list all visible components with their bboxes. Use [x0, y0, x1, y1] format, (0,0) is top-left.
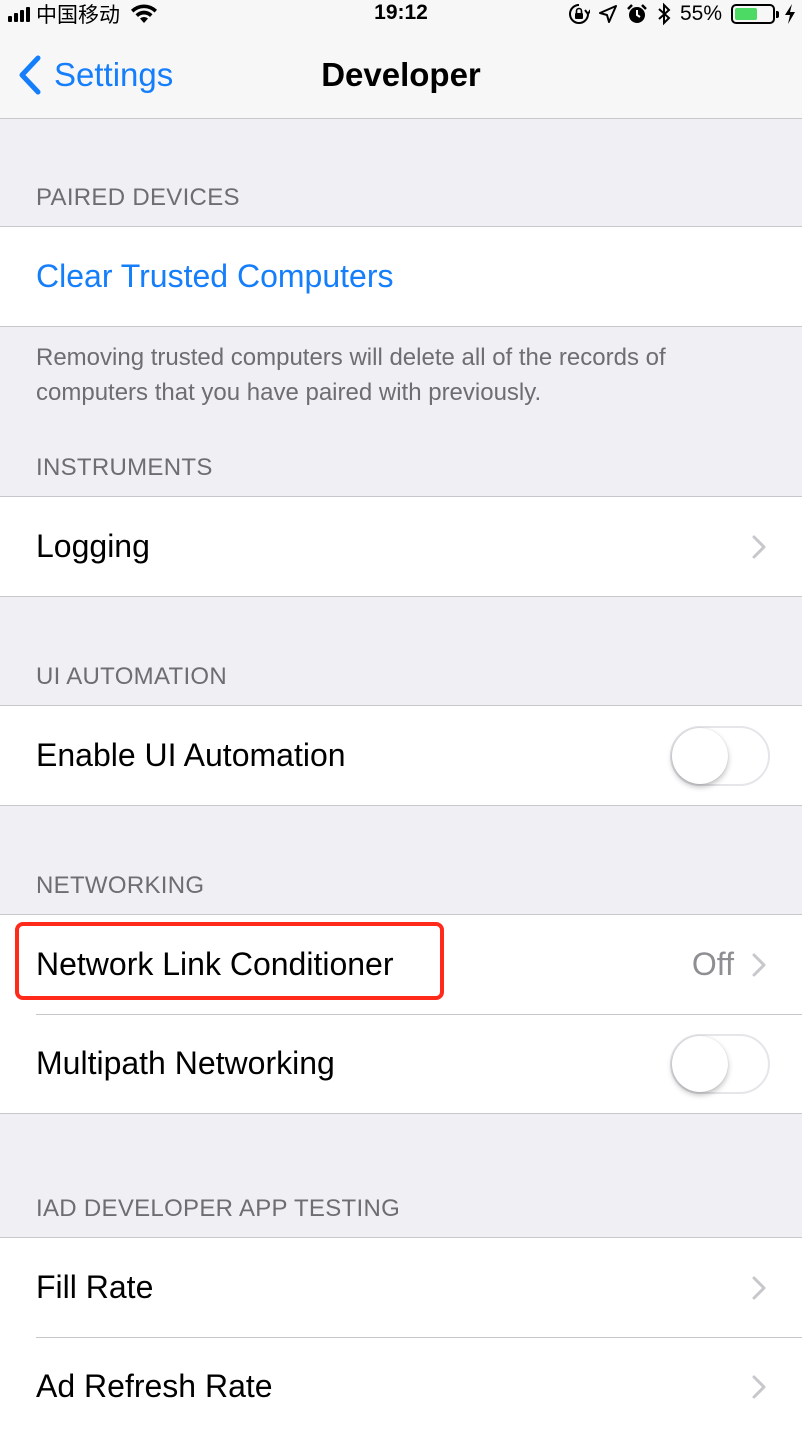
group-instruments: Logging [0, 496, 802, 597]
group-ui-automation: Enable UI Automation [0, 705, 802, 806]
fill-rate-label: Fill Rate [36, 1269, 154, 1305]
clear-trusted-computers-button[interactable]: Clear Trusted Computers [0, 227, 802, 326]
group-iad-developer-app-testing: Fill Rate Ad Refresh Rate [0, 1237, 802, 1436]
navigation-bar: Settings Developer [0, 28, 802, 119]
page-title: Developer [321, 56, 481, 93]
battery-icon [731, 4, 779, 24]
section-header-networking: NETWORKING [36, 872, 205, 899]
status-right: 55% [568, 1, 796, 27]
bluetooth-icon [658, 2, 671, 26]
battery-percent: 55% [679, 2, 722, 25]
chevron-right-icon [752, 535, 766, 558]
enable-ui-automation-toggle[interactable] [670, 725, 770, 786]
section-header-paired-devices: PAIRED DEVICES [36, 184, 240, 211]
section-header-ui-automation: UI AUTOMATION [36, 663, 228, 690]
enable-ui-automation-row: Enable UI Automation [0, 706, 802, 805]
ad-refresh-rate-label: Ad Refresh Rate [36, 1368, 273, 1404]
paired-devices-footer: Removing trusted computers will delete a… [36, 344, 666, 406]
fill-rate-row[interactable]: Fill Rate [0, 1238, 802, 1337]
network-link-conditioner-value: Off [691, 946, 734, 982]
section-header-iad-developer-app-testing: IAD DEVELOPER APP TESTING [36, 1195, 401, 1222]
multipath-networking-label: Multipath Networking [36, 1045, 335, 1081]
section-header-instruments: INSTRUMENTS [36, 454, 213, 481]
chevron-right-icon [752, 1276, 766, 1299]
chevron-right-icon [752, 953, 766, 976]
chevron-right-icon [752, 1375, 766, 1398]
multipath-networking-toggle[interactable] [670, 1033, 770, 1094]
orientation-lock-icon [569, 4, 590, 24]
group-networking: Network Link Conditioner Off Multipath N… [0, 914, 802, 1114]
clear-trusted-computers-label: Clear Trusted Computers [36, 258, 394, 294]
network-link-conditioner-label: Network Link Conditioner [36, 946, 394, 982]
logging-row[interactable]: Logging [0, 497, 802, 596]
network-link-conditioner-row[interactable]: Network Link Conditioner Off [0, 915, 802, 1014]
location-icon [598, 5, 617, 23]
alarm-icon [627, 4, 647, 23]
status-bar: 中国移动 19:12 55% [0, 0, 802, 28]
charging-icon [785, 4, 795, 24]
ad-refresh-rate-row[interactable]: Ad Refresh Rate [0, 1337, 802, 1436]
group-paired-devices: Clear Trusted Computers [0, 226, 802, 327]
enable-ui-automation-label: Enable UI Automation [36, 737, 346, 773]
logging-label: Logging [36, 528, 150, 564]
multipath-networking-row: Multipath Networking [0, 1014, 802, 1113]
